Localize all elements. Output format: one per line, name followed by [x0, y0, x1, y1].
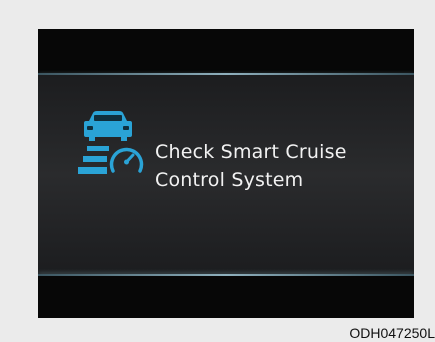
display-bottom-band	[38, 276, 414, 318]
warning-message-line-1: Check Smart Cruise	[155, 141, 347, 163]
warning-message-line-2: Control System	[155, 169, 304, 191]
cluster-display: Check Smart Cruise Control System	[38, 29, 414, 318]
display-top-band	[38, 29, 414, 73]
warning-message: Check Smart Cruise Control System	[155, 138, 347, 194]
smart-cruise-control-icon	[78, 111, 144, 174]
figure-code: ODH047250L	[349, 325, 435, 341]
